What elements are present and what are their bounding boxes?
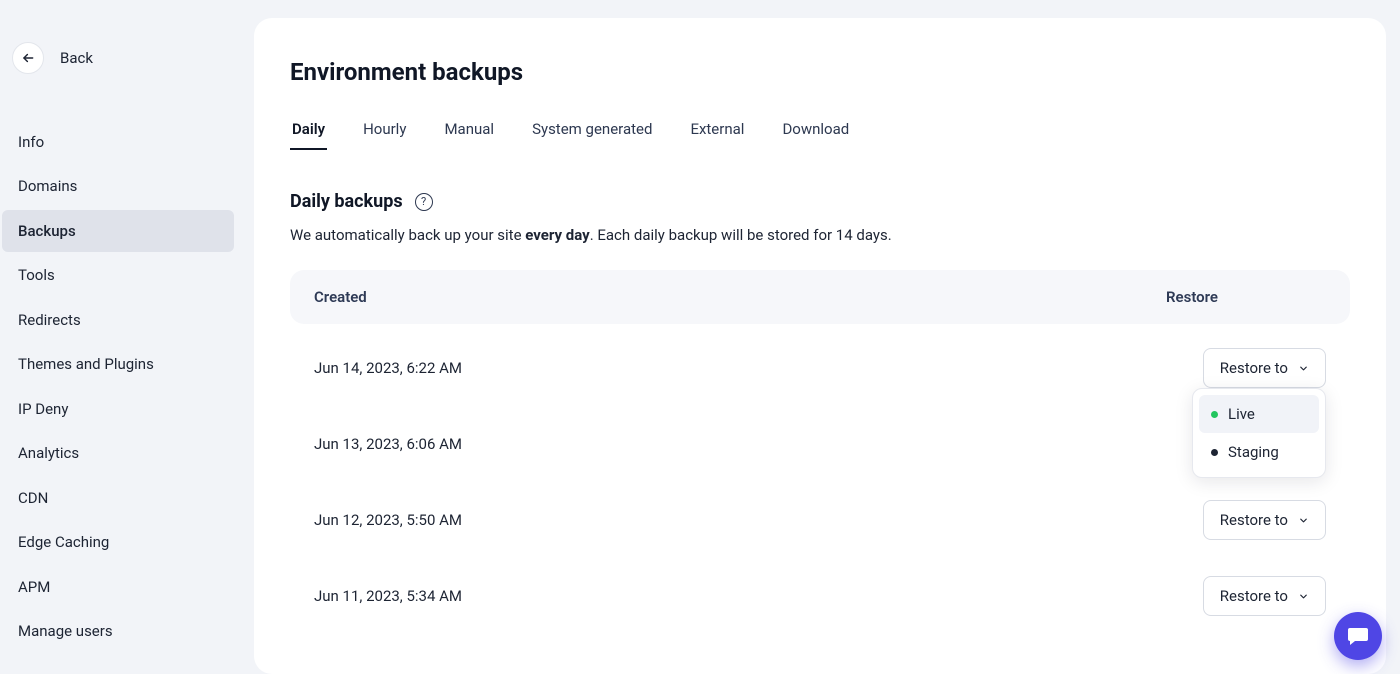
tab-external[interactable]: External: [688, 114, 746, 150]
sidebar-item-analytics[interactable]: Analytics: [2, 432, 234, 474]
main-card: Environment backups Daily Hourly Manual …: [254, 18, 1386, 674]
tab-manual[interactable]: Manual: [442, 114, 496, 150]
col-created: Created: [314, 288, 367, 306]
page-title: Environment backups: [290, 58, 1350, 86]
status-dot-icon: [1211, 411, 1218, 418]
desc-after: . Each daily backup will be stored for 1…: [590, 226, 892, 244]
section-head: Daily backups ?: [290, 191, 1350, 212]
chat-launcher[interactable]: [1334, 612, 1382, 660]
help-icon[interactable]: ?: [415, 193, 433, 211]
table-row: Jun 12, 2023, 5:50 AM Restore to: [290, 482, 1350, 558]
tab-hourly[interactable]: Hourly: [361, 114, 408, 150]
tab-download[interactable]: Download: [780, 114, 851, 150]
table-row: Jun 11, 2023, 5:34 AM Restore to: [290, 558, 1350, 634]
restore-to-button[interactable]: Restore to: [1203, 500, 1326, 540]
desc-before: We automatically back up your site: [290, 226, 525, 244]
restore-to-label: Restore to: [1220, 511, 1288, 529]
back-label[interactable]: Back: [60, 49, 93, 67]
arrow-left-icon: [21, 51, 35, 65]
tab-system-generated[interactable]: System generated: [530, 114, 654, 150]
sidebar-item-apm[interactable]: APM: [2, 566, 234, 608]
sidebar-item-themes-plugins[interactable]: Themes and Plugins: [2, 343, 234, 385]
chevron-down-icon: [1298, 363, 1309, 374]
cell-created: Jun 14, 2023, 6:22 AM: [314, 359, 462, 377]
sidebar-item-manage-users[interactable]: Manage users: [2, 610, 234, 652]
sidebar-item-info[interactable]: Info: [2, 121, 234, 163]
section-description: We automatically back up your site every…: [290, 226, 1350, 244]
sidebar-item-cdn[interactable]: CDN: [2, 477, 234, 519]
restore-to-button[interactable]: Restore to: [1203, 348, 1326, 388]
restore-to-label: Restore to: [1220, 359, 1288, 377]
restore-option-label: Staging: [1228, 443, 1279, 461]
chat-icon: [1346, 624, 1370, 648]
sidebar-item-edge-caching[interactable]: Edge Caching: [2, 521, 234, 563]
tabs: Daily Hourly Manual System generated Ext…: [290, 114, 1350, 151]
status-dot-icon: [1211, 449, 1218, 456]
restore-dropdown: Live Staging: [1192, 388, 1326, 478]
app-root: Back Info Domains Backups Tools Redirect…: [0, 0, 1400, 674]
restore-to-label: Restore to: [1220, 587, 1288, 605]
cell-created: Jun 13, 2023, 6:06 AM: [314, 435, 462, 453]
sidebar-item-domains[interactable]: Domains: [2, 165, 234, 207]
tab-daily[interactable]: Daily: [290, 114, 327, 150]
sidebar-nav: Info Domains Backups Tools Redirects The…: [0, 96, 240, 652]
table-row: Jun 14, 2023, 6:22 AM Restore to Live St…: [290, 330, 1350, 406]
cell-created: Jun 11, 2023, 5:34 AM: [314, 587, 462, 605]
restore-option-label: Live: [1228, 405, 1255, 423]
restore-option-live[interactable]: Live: [1199, 395, 1319, 433]
sidebar-item-backups[interactable]: Backups: [2, 210, 234, 252]
col-restore: Restore: [1166, 288, 1326, 306]
sidebar: Back Info Domains Backups Tools Redirect…: [0, 0, 240, 674]
cell-created: Jun 12, 2023, 5:50 AM: [314, 511, 462, 529]
back-button[interactable]: [12, 42, 44, 74]
back-row: Back: [0, 42, 240, 96]
sidebar-item-ip-deny[interactable]: IP Deny: [2, 388, 234, 430]
sidebar-item-tools[interactable]: Tools: [2, 254, 234, 296]
restore-option-staging[interactable]: Staging: [1199, 433, 1319, 471]
restore-to-button[interactable]: Restore to: [1203, 576, 1326, 616]
chevron-down-icon: [1298, 591, 1309, 602]
sidebar-item-redirects[interactable]: Redirects: [2, 299, 234, 341]
table-row: Jun 13, 2023, 6:06 AM Restore to: [290, 406, 1350, 482]
desc-bold: every day: [525, 226, 589, 244]
section-title: Daily backups: [290, 191, 403, 212]
table-header: Created Restore: [290, 270, 1350, 324]
chevron-down-icon: [1298, 515, 1309, 526]
